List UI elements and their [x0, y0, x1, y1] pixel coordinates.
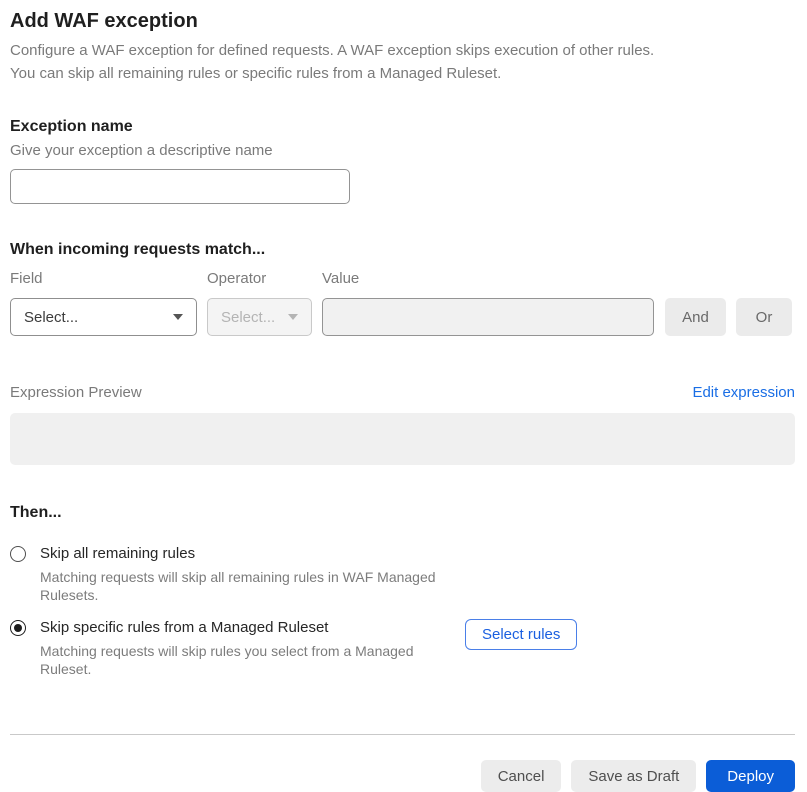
operator-select[interactable]: Select... [207, 298, 312, 336]
page-description-line-2: You can skip all remaining rules or spec… [10, 65, 502, 82]
option-skip-specific-rules: Skip specific rules from a Managed Rules… [10, 619, 795, 678]
option-text: Skip specific rules from a Managed Rules… [40, 619, 465, 678]
option-description: Matching requests will skip rules you se… [40, 643, 414, 677]
operator-label: Operator [207, 270, 267, 287]
radio-skip-specific-rules[interactable] [10, 620, 26, 636]
option-text: Skip all remaining rules Matching reques… [40, 545, 465, 604]
value-input[interactable] [322, 298, 654, 336]
match-builder-heading: When incoming requests match... [10, 241, 266, 258]
field-column: Field Select... [10, 270, 197, 336]
edit-expression-link[interactable]: Edit expression [692, 384, 795, 401]
select-rules-button[interactable]: Select rules [465, 619, 578, 650]
option-description: Matching requests will skip all remainin… [40, 569, 436, 603]
field-label: Field [10, 270, 43, 287]
exception-name-heading: Exception name [10, 118, 133, 135]
field-select-value: Select... [24, 308, 79, 326]
option-label[interactable]: Skip all remaining rules [40, 545, 465, 563]
footer-divider [10, 734, 795, 735]
then-heading: Then... [10, 504, 62, 521]
condition-row: Field Select... Operator Select... Value… [10, 270, 795, 336]
then-section: Then... Skip all remaining rules Matchin… [10, 503, 795, 678]
expression-preview-label: Expression Preview [10, 384, 142, 401]
expression-preview-header: Expression Preview Edit expression [10, 384, 795, 401]
radio-skip-all-remaining-rules[interactable] [10, 546, 26, 562]
exception-name-section: Exception name Give your exception a des… [10, 117, 795, 204]
option-label[interactable]: Skip specific rules from a Managed Rules… [40, 619, 465, 637]
or-button[interactable]: Or [736, 298, 792, 336]
operator-select-value: Select... [221, 308, 276, 326]
match-builder-section: When incoming requests match... Field Se… [10, 240, 795, 336]
value-column: Value [322, 270, 654, 336]
operator-column: Operator Select... [207, 270, 312, 336]
expression-preview-section: Expression Preview Edit expression [10, 384, 795, 465]
chevron-down-icon [288, 314, 298, 320]
option-skip-all-remaining-rules: Skip all remaining rules Matching reques… [10, 545, 795, 604]
add-waf-exception-panel: Add WAF exception Configure a WAF except… [0, 0, 807, 792]
exception-name-input[interactable] [10, 169, 350, 204]
chevron-down-icon [173, 314, 183, 320]
exception-name-subheading: Give your exception a descriptive name [10, 142, 273, 159]
page-description-line-1: Configure a WAF exception for defined re… [10, 42, 655, 59]
expression-preview-box [10, 413, 795, 465]
page-description: Configure a WAF exception for defined re… [10, 39, 795, 85]
field-select[interactable]: Select... [10, 298, 197, 336]
page-title: Add WAF exception [10, 10, 198, 32]
value-label: Value [322, 270, 360, 287]
and-button[interactable]: And [665, 298, 726, 336]
